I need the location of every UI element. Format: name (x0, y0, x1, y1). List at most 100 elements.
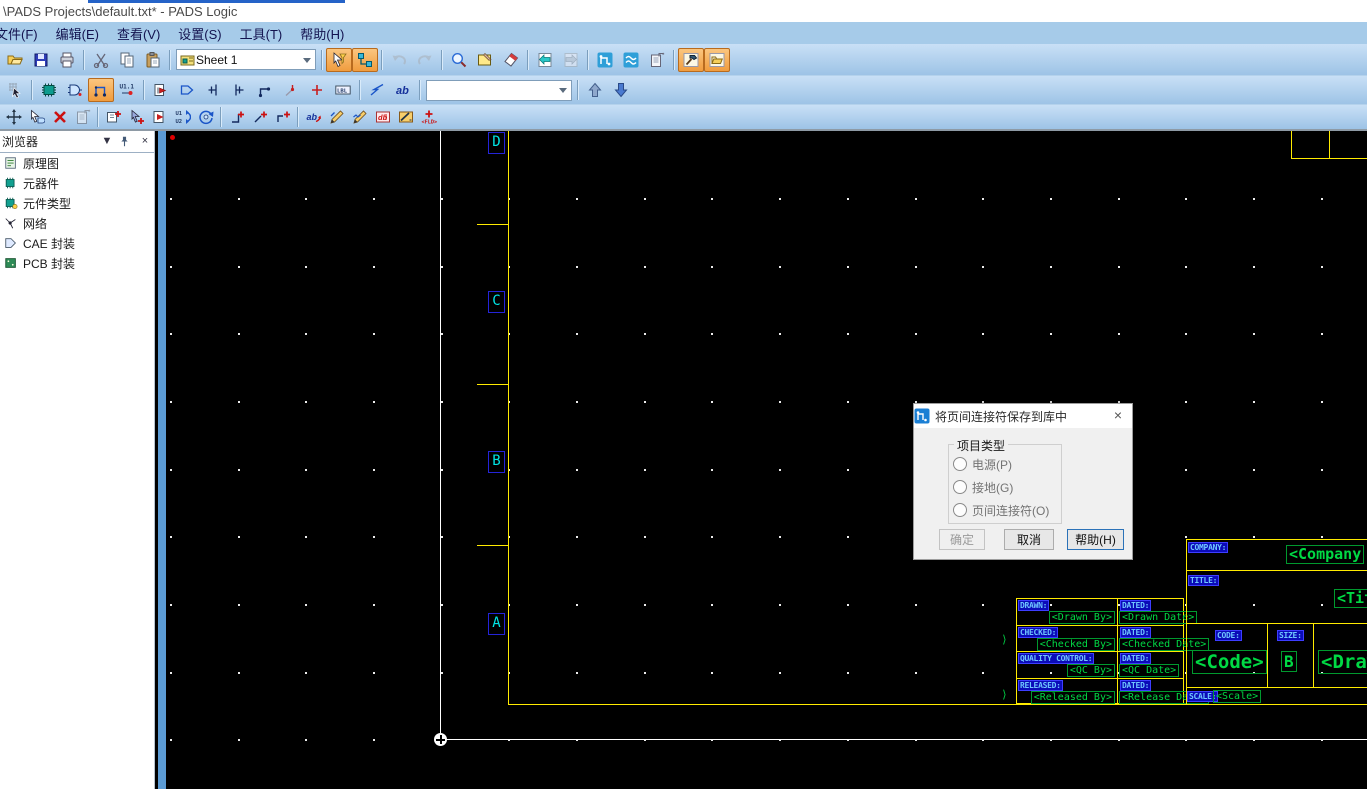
browser-item-5[interactable]: PCB 封装 (0, 253, 154, 273)
close-icon[interactable]: × (138, 133, 152, 149)
object-properties-button[interactable] (71, 106, 94, 128)
database-button[interactable]: db (371, 106, 394, 128)
radio-option-1[interactable]: 接地(G) (953, 479, 1013, 495)
menu-item-2[interactable]: 查看(V) (108, 22, 169, 45)
chevron-down-icon[interactable]: ▼ (100, 133, 114, 149)
gate-number-button[interactable]: U1.1 (114, 78, 140, 102)
copy-object-button[interactable] (25, 106, 48, 128)
browser-item-0[interactable]: 原理图 (0, 153, 154, 173)
attribute-text-button[interactable]: ab (302, 106, 325, 128)
measure-button[interactable] (394, 106, 417, 128)
paste-button[interactable] (140, 48, 166, 72)
browser-item-1[interactable]: 元器件 (0, 173, 154, 193)
push-level-button[interactable] (582, 78, 608, 102)
menu-item-5[interactable]: 帮助(H) (291, 22, 353, 45)
duplicate-button[interactable] (125, 106, 148, 128)
radio-option-2[interactable]: 页间连接符(O) (953, 502, 1049, 518)
redo-button[interactable] (412, 48, 438, 72)
grid-dot (305, 604, 308, 606)
pin-left-button[interactable] (200, 78, 226, 102)
field-label-button[interactable]: <FLD> (417, 106, 440, 128)
chevron-down-icon[interactable] (559, 88, 567, 97)
radio-icon[interactable] (953, 457, 967, 471)
titleblock-row-line (1186, 687, 1367, 688)
dialog-close-icon[interactable]: × (1108, 406, 1128, 425)
browser-panel-header: 浏览器 ▼ × (0, 131, 154, 153)
part-properties-icon (651, 52, 665, 67)
copy-button[interactable] (114, 48, 140, 72)
wire-split-button[interactable] (278, 78, 304, 102)
radio-icon[interactable] (953, 503, 967, 517)
add-wire-button[interactable] (88, 78, 114, 102)
edit-wire-2-button[interactable] (348, 106, 371, 128)
grid-dot (169, 468, 172, 471)
freehand-line-button[interactable] (364, 78, 390, 102)
pin-icon[interactable] (119, 135, 133, 148)
gate-symbol-button[interactable] (174, 78, 200, 102)
previous-sheet-button[interactable] (532, 48, 558, 72)
radio-icon[interactable] (953, 480, 967, 494)
add-gate-button[interactable] (62, 78, 88, 102)
selection-mode-button[interactable] (326, 47, 352, 72)
add-flag-button[interactable] (148, 106, 171, 128)
cut-button[interactable] (88, 48, 114, 72)
panel-splitter[interactable] (158, 131, 166, 789)
add-connector-button[interactable] (592, 48, 618, 72)
zoom-tool-button[interactable] (446, 48, 472, 72)
add-pin-3-icon (276, 111, 290, 122)
wire-corner-button[interactable] (252, 78, 278, 102)
cancel-button[interactable]: 取消 (1004, 529, 1054, 550)
dialog-titlebar[interactable]: 将页间连接符保存到库中 × (914, 404, 1132, 428)
schematic-editor-button[interactable] (678, 47, 704, 72)
grid-dot (779, 671, 782, 674)
chevron-down-icon[interactable] (303, 57, 311, 67)
delete-button[interactable] (48, 106, 71, 128)
grid-dot (237, 400, 240, 403)
browser-item-3[interactable]: 网络 (0, 213, 154, 233)
menu-item-4[interactable]: 工具(T) (231, 22, 292, 45)
connection-point-button[interactable] (304, 78, 330, 102)
browser-item-4[interactable]: CAE 封装 (0, 233, 154, 253)
add-new-part-button[interactable] (102, 106, 125, 128)
part-properties-button[interactable] (644, 48, 670, 72)
add-pin-2-button[interactable] (248, 106, 271, 128)
ok-button[interactable]: 确定 (939, 529, 985, 550)
titleblock-row-line (1186, 623, 1367, 624)
selection-filter-button[interactable] (2, 78, 28, 102)
browser-item-2[interactable]: 元件类型 (0, 193, 154, 213)
text-tool-button[interactable]: ab (390, 78, 416, 102)
library-manager-button[interactable] (704, 47, 730, 72)
rotate-button[interactable] (194, 106, 217, 128)
add-pin-1-button[interactable] (225, 106, 248, 128)
menu-item-0[interactable]: 文件(F) (0, 22, 47, 45)
label-tool-button[interactable]: LBL (330, 78, 356, 102)
pin-right-button[interactable] (226, 78, 252, 102)
swap-gates-button[interactable]: U1 U2 (171, 106, 194, 128)
undo-button[interactable] (386, 48, 412, 72)
redraw-button[interactable] (498, 48, 524, 72)
part-editor-button[interactable] (148, 78, 174, 102)
bus-tool-button[interactable] (618, 48, 644, 72)
menu-item-1[interactable]: 编辑(E) (47, 22, 108, 45)
save-file-button[interactable] (28, 48, 54, 72)
grid-dot (1185, 400, 1188, 403)
print-button[interactable] (54, 48, 80, 72)
add-pin-3-button[interactable] (271, 106, 294, 128)
titleblock-row-line (1016, 624, 1184, 626)
pop-level-button[interactable] (608, 78, 634, 102)
help-button[interactable]: 帮助(H) (1067, 529, 1124, 550)
connection-point-icon (312, 85, 322, 95)
menu-item-3[interactable]: 设置(S) (169, 22, 230, 45)
grid-dot (982, 265, 985, 268)
edit-wire-1-button[interactable] (325, 106, 348, 128)
sheet-selector[interactable]: Sheet 1 (176, 49, 316, 70)
add-part-button[interactable] (36, 78, 62, 102)
sheet-frame-button[interactable] (472, 48, 498, 72)
move-button[interactable] (2, 106, 25, 128)
open-file-button[interactable] (2, 48, 28, 72)
connection-mode-button[interactable] (352, 47, 378, 72)
radio-option-0[interactable]: 电源(P) (953, 456, 1012, 472)
schematic-canvas[interactable]: D C B A ⟩ ⟩ DRAWN: <Drawn By> DATED: <Drawn Date>… (166, 131, 1367, 789)
part-search[interactable] (426, 79, 572, 101)
next-sheet-button[interactable] (558, 48, 584, 72)
